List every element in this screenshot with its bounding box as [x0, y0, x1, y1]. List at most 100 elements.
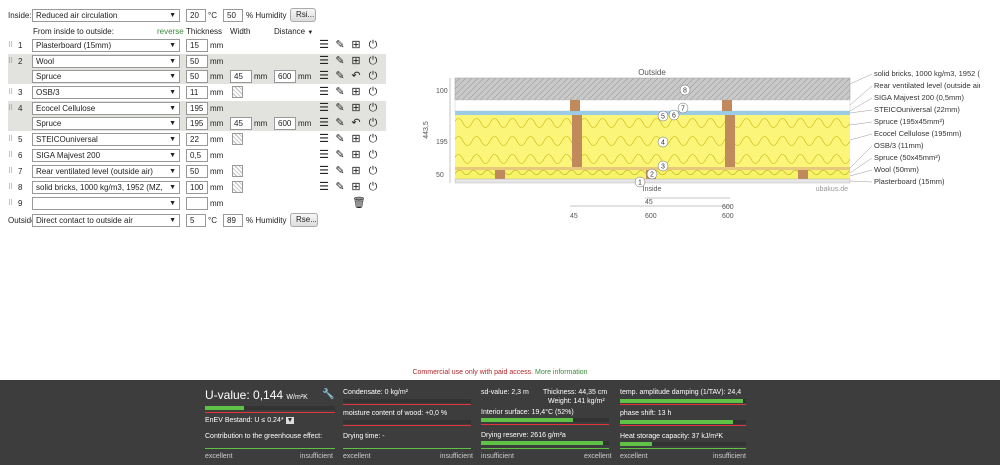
layer-7-material-select[interactable]: Rear ventilated level (outside air) ▼ [32, 165, 180, 178]
layer-4-material-select[interactable]: Ecocel Cellulose ▼ [32, 102, 180, 115]
menu-icon[interactable]: ☰ [318, 70, 330, 82]
power-toggle-icon[interactable]: ⏻ [367, 55, 379, 67]
edit-pencil-icon[interactable]: ✎ [334, 39, 346, 51]
layer-6-material-select[interactable]: SIGA Majvest 200 ▼ [32, 149, 180, 162]
power-toggle-icon[interactable]: ⏻ [367, 181, 379, 193]
chevron-down-icon: ▼ [169, 217, 176, 224]
drag-handle-icon[interactable]: ⠿ [8, 166, 14, 177]
drag-handle-icon[interactable]: ⠿ [8, 103, 14, 114]
undo-arrow-icon[interactable]: ↶ [350, 117, 362, 129]
insert-layer-icon[interactable]: ⊞ [350, 102, 362, 114]
insert-layer-icon[interactable]: ⊞ [350, 165, 362, 177]
add-sublayer-icon[interactable] [232, 86, 243, 98]
drag-handle-icon[interactable]: ⠿ [8, 87, 14, 98]
menu-icon[interactable]: ☰ [318, 55, 330, 67]
rsi-button[interactable]: Rsi... [290, 8, 316, 22]
layer-8-material-select[interactable]: solid bricks, 1000 kg/m3, 1952 (MZ, ▼ [32, 181, 180, 194]
layer-4-sub-thickness[interactable]: 195 [186, 117, 208, 130]
layer-9-thickness[interactable] [186, 197, 208, 210]
insert-layer-icon[interactable]: ⊞ [350, 86, 362, 98]
wrench-icon[interactable]: 🔧 [322, 389, 334, 401]
power-toggle-icon[interactable]: ⏻ [367, 165, 379, 177]
layer-7-thickness[interactable]: 50 [186, 165, 208, 178]
trash-icon[interactable]: 🗑 [352, 197, 366, 209]
layer-3-material-select[interactable]: OSB/3 ▼ [32, 86, 180, 99]
layer-2-sub-thickness[interactable]: 50 [186, 70, 208, 83]
edit-pencil-icon[interactable]: ✎ [334, 149, 346, 161]
layer-5-material-select[interactable]: STEICOuniversal ▼ [32, 133, 180, 146]
outside-humidity-input[interactable]: 89 [223, 214, 243, 227]
insert-layer-icon[interactable]: ⊞ [350, 39, 362, 51]
layer-4-sub-width[interactable]: 45 [230, 117, 252, 130]
drag-handle-icon[interactable]: ⠿ [8, 56, 14, 67]
rse-button[interactable]: Rse... [290, 213, 318, 227]
power-toggle-icon[interactable]: ⏻ [367, 102, 379, 114]
menu-icon[interactable]: ☰ [318, 181, 330, 193]
layer-6-thickness[interactable]: 0,5 [186, 149, 208, 162]
add-sublayer-icon[interactable] [232, 165, 243, 177]
inside-temp-input[interactable]: 20 [186, 9, 206, 22]
menu-icon[interactable]: ☰ [318, 149, 330, 161]
power-toggle-icon[interactable]: ⏻ [367, 70, 379, 82]
insert-layer-icon[interactable]: ⊞ [350, 133, 362, 145]
layer-2-material-select[interactable]: Wool ▼ [32, 55, 180, 68]
enev-label[interactable]: EnEV Bestand: U ≤ 0.24* ▼ [205, 417, 295, 424]
edit-pencil-icon[interactable]: ✎ [334, 86, 346, 98]
menu-icon[interactable]: ☰ [318, 133, 330, 145]
power-toggle-icon[interactable]: ⏻ [367, 39, 379, 51]
more-info-link[interactable]: More information [535, 369, 588, 376]
inside-humidity-input[interactable]: 50 [223, 9, 243, 22]
outside-temp-input[interactable]: 5 [186, 214, 206, 227]
menu-icon[interactable]: ☰ [318, 165, 330, 177]
layer-2-sub-width[interactable]: 45 [230, 70, 252, 83]
menu-icon[interactable]: ☰ [318, 102, 330, 114]
layer-3-thickness[interactable]: 11 [186, 86, 208, 99]
layer-number: 5 [18, 135, 23, 144]
insert-layer-icon[interactable]: ⊞ [350, 55, 362, 67]
layer-1-thickness[interactable]: 15 [186, 39, 208, 52]
layer-2-sub-distance[interactable]: 600 [274, 70, 296, 83]
outside-climate-select[interactable]: Direct contact to outside air ▼ [32, 214, 180, 227]
drag-handle-icon[interactable]: ⠿ [8, 198, 14, 209]
edit-pencil-icon[interactable]: ✎ [334, 117, 346, 129]
add-sublayer-icon[interactable] [232, 133, 243, 145]
layer-9-material-select[interactable]: ▼ [32, 197, 180, 210]
layer-1-material-select[interactable]: Plasterboard (15mm) ▼ [32, 39, 180, 52]
insert-layer-icon[interactable]: ⊞ [350, 181, 362, 193]
edit-pencil-icon[interactable]: ✎ [334, 165, 346, 177]
insert-layer-icon[interactable]: ⊞ [350, 149, 362, 161]
layer-4-thickness[interactable]: 195 [186, 102, 208, 115]
edit-pencil-icon[interactable]: ✎ [334, 181, 346, 193]
layer-2-sub-material-select[interactable]: Spruce ▼ [32, 70, 180, 83]
drag-handle-icon[interactable]: ⠿ [8, 150, 14, 161]
drag-handle-icon[interactable]: ⠿ [8, 182, 14, 193]
power-toggle-icon[interactable]: ⏻ [367, 149, 379, 161]
uvalue-display: U-value: 0,144 W/m²K [205, 388, 308, 402]
edit-pencil-icon[interactable]: ✎ [334, 102, 346, 114]
menu-icon[interactable]: ☰ [318, 117, 330, 129]
edit-pencil-icon[interactable]: ✎ [334, 133, 346, 145]
add-sublayer-icon[interactable] [232, 181, 243, 193]
edit-pencil-icon[interactable]: ✎ [334, 55, 346, 67]
reverse-link[interactable]: reverse [157, 26, 184, 37]
layer-8-thickness[interactable]: 100 [186, 181, 208, 194]
distance-header[interactable]: Distance ▼ [274, 26, 313, 39]
layer-4-sub-distance[interactable]: 600 [274, 117, 296, 130]
dropdown-icon[interactable]: ▼ [285, 417, 295, 424]
moisture-label: moisture content of wood: +0,0 % [343, 410, 448, 417]
layer-5-thickness[interactable]: 22 [186, 133, 208, 146]
power-toggle-icon[interactable]: ⏻ [367, 117, 379, 129]
drag-handle-icon[interactable]: ⠿ [8, 134, 14, 145]
drag-handle-icon[interactable]: ⠿ [8, 40, 14, 51]
layer-4-sub-material-select[interactable]: Spruce ▼ [32, 117, 180, 130]
menu-icon[interactable]: ☰ [318, 86, 330, 98]
power-toggle-icon[interactable]: ⏻ [367, 133, 379, 145]
layer-number: 2 [18, 57, 23, 66]
undo-arrow-icon[interactable]: ↶ [350, 70, 362, 82]
inside-climate-select[interactable]: Reduced air circulation ▼ [32, 9, 180, 22]
bottom-dim-600: 600 [645, 213, 657, 220]
power-toggle-icon[interactable]: ⏻ [367, 86, 379, 98]
menu-icon[interactable]: ☰ [318, 39, 330, 51]
layer-2-thickness[interactable]: 50 [186, 55, 208, 68]
edit-pencil-icon[interactable]: ✎ [334, 70, 346, 82]
